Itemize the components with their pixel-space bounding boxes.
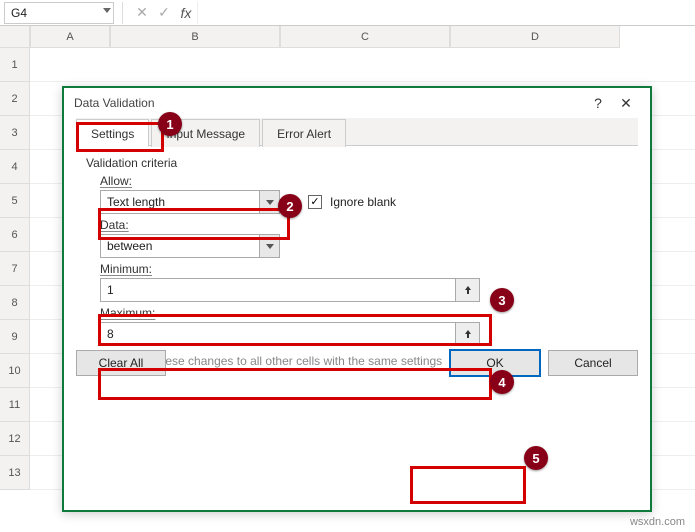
dialog-footer: Clear All OK Cancel (76, 350, 638, 376)
column-headers: A B C D (30, 26, 695, 48)
formula-bar: G4 ✕ ✓ fx (0, 0, 695, 26)
divider (122, 2, 123, 24)
chevron-down-icon[interactable] (259, 191, 279, 213)
enter-formula-button[interactable]: ✓ (153, 4, 175, 21)
maximum-input[interactable]: 8 (100, 322, 456, 346)
allow-value: Text length (107, 195, 165, 209)
row-header[interactable]: 8 (0, 286, 30, 320)
dialog-tabs: Settings Input Message Error Alert (76, 118, 638, 146)
column-header[interactable]: C (280, 26, 450, 48)
ok-button[interactable]: OK (450, 350, 540, 376)
minimum-label: Minimum: (100, 262, 628, 276)
data-value: between (107, 239, 152, 253)
row-header[interactable]: 13 (0, 456, 30, 490)
data-validation-dialog: Data Validation ? ✕ Settings Input Messa… (62, 86, 652, 512)
cancel-formula-button[interactable]: ✕ (131, 4, 153, 21)
annotation-box (410, 466, 526, 504)
row-header[interactable]: 7 (0, 252, 30, 286)
tab-error-alert[interactable]: Error Alert (262, 119, 346, 147)
allow-label: Allow: (100, 174, 628, 188)
select-all-corner[interactable] (0, 26, 30, 48)
row-header[interactable]: 1 (0, 48, 30, 82)
row-header[interactable]: 10 (0, 354, 30, 388)
collapse-dialog-icon[interactable] (456, 278, 480, 302)
ignore-blank-checkbox[interactable] (308, 195, 322, 209)
row-header[interactable]: 12 (0, 422, 30, 456)
data-label: Data: (100, 218, 628, 232)
formula-input[interactable] (197, 2, 695, 24)
data-dropdown[interactable]: between (100, 234, 280, 258)
annotation-badge: 5 (524, 446, 548, 470)
insert-function-button[interactable]: fx (175, 5, 197, 21)
chevron-down-icon[interactable] (259, 235, 279, 257)
clear-all-button[interactable]: Clear All (76, 350, 166, 376)
row-header[interactable]: 3 (0, 116, 30, 150)
name-box[interactable]: G4 (4, 2, 114, 24)
row-header[interactable]: 11 (0, 388, 30, 422)
column-header[interactable]: A (30, 26, 110, 48)
cancel-button[interactable]: Cancel (548, 350, 638, 376)
dialog-title: Data Validation (74, 96, 155, 110)
close-button[interactable]: ✕ (612, 89, 640, 117)
dialog-titlebar[interactable]: Data Validation ? ✕ (64, 88, 650, 118)
minimum-input[interactable]: 1 (100, 278, 456, 302)
row-header[interactable]: 5 (0, 184, 30, 218)
allow-dropdown[interactable]: Text length (100, 190, 280, 214)
maximum-label: Maximum: (100, 306, 628, 320)
chevron-down-icon[interactable] (103, 8, 111, 13)
help-button[interactable]: ? (584, 89, 612, 117)
collapse-dialog-icon[interactable] (456, 322, 480, 346)
validation-criteria-group: Validation criteria Allow: Text length I… (76, 152, 638, 378)
row-header[interactable]: 4 (0, 150, 30, 184)
ignore-blank-label: Ignore blank (330, 195, 396, 209)
row-headers: 1 2 3 4 5 6 7 8 9 10 11 12 13 (0, 26, 30, 532)
row-header[interactable]: 6 (0, 218, 30, 252)
name-box-value: G4 (11, 6, 27, 20)
criteria-label: Validation criteria (86, 156, 628, 170)
tab-settings[interactable]: Settings (76, 119, 149, 147)
column-header[interactable]: B (110, 26, 280, 48)
tab-input-message[interactable]: Input Message (151, 119, 260, 147)
row-header[interactable]: 2 (0, 82, 30, 116)
row-header[interactable]: 9 (0, 320, 30, 354)
column-header[interactable]: D (450, 26, 620, 48)
